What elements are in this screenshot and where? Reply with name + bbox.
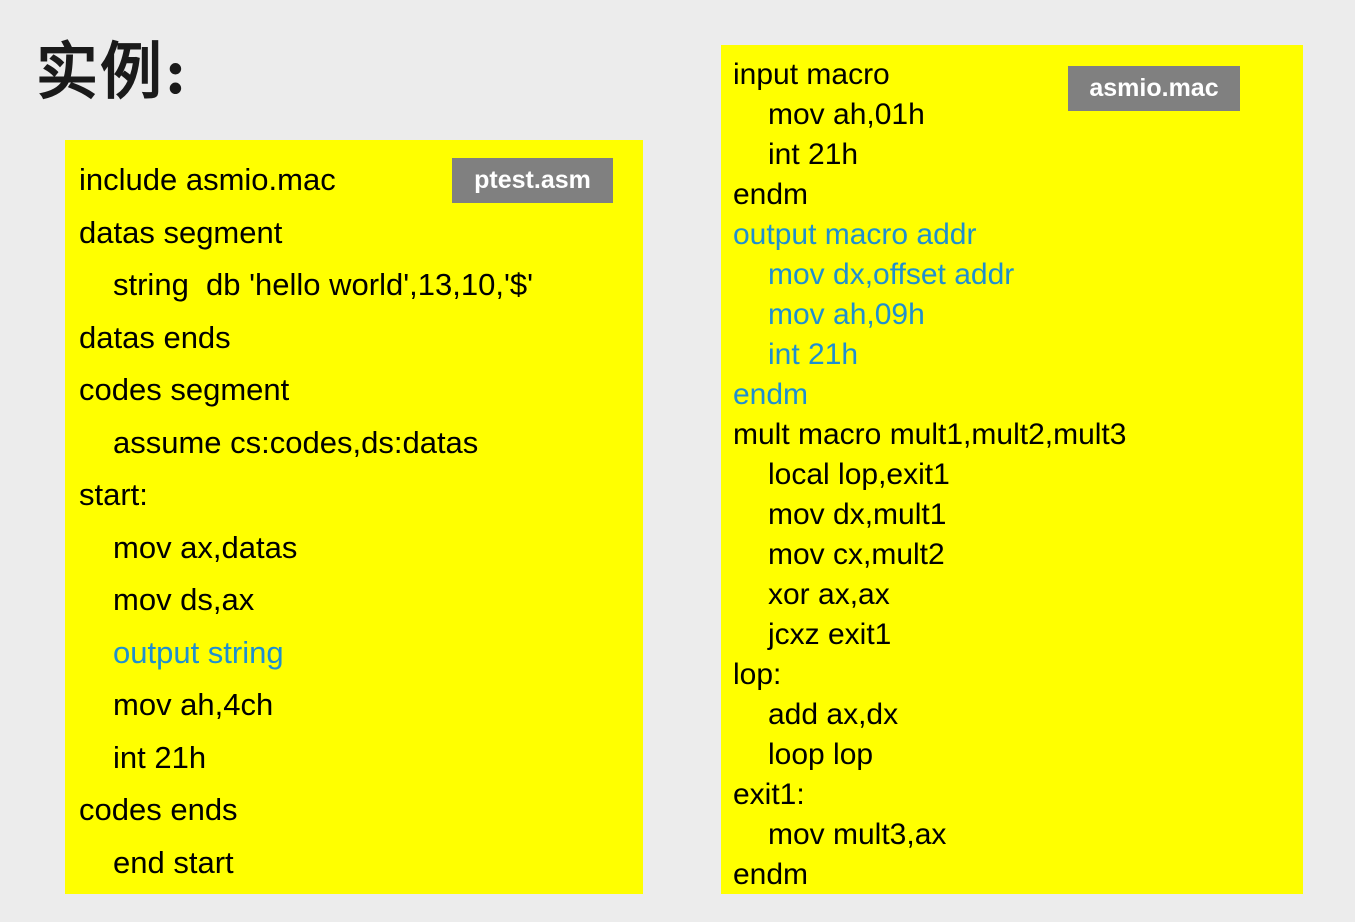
ptest-asm-code-line: string db 'hello world',13,10,'$': [113, 267, 534, 302]
ptest-asm-code-line: assume cs:codes,ds:datas: [113, 424, 479, 460]
page-title: 实例:: [36, 35, 189, 108]
asmio-mac-code-line: mov cx,mult2: [768, 538, 945, 571]
ptest-asm-code-line: datas ends: [79, 319, 231, 355]
asmio-mac-code-line: mov dx,mult1: [768, 498, 947, 531]
code-panel-ptest-asm: include asmio.mac datas segment string db …: [65, 140, 643, 894]
ptest-asm-code-line: datas segment: [79, 214, 283, 250]
asmio-mac-code-line: int 21h: [768, 338, 859, 371]
asmio-mac-code-line: output macro addr: [733, 218, 977, 251]
file-badge-ptest-asm: ptest.asm: [452, 158, 613, 203]
ptest-asm-code-line: int 21h: [113, 739, 207, 775]
asmio-mac-code-line: local lop,exit1: [768, 458, 950, 491]
ptest-asm-code-line: codes segment: [79, 372, 290, 407]
asmio-mac-code-line: endm: [733, 178, 809, 211]
ptest-asm-code-line: start:: [79, 477, 148, 512]
slide-canvas: 实例: include asmio.mac datas segment string…: [0, 0, 1355, 922]
asmio-mac-code-line: int 21h: [768, 138, 859, 171]
asmio-mac-code-line: mov dx,offset addr: [768, 258, 1015, 291]
code-panel-asmio-mac: input macro mov ah,01h int 21h endm output m…: [721, 45, 1303, 894]
asmio-mac-code-line: mult macro mult1,mult2,mult3: [733, 418, 1127, 451]
file-badge-asmio-mac: asmio.mac: [1068, 66, 1240, 111]
asmio-mac-code-line: lop:: [733, 658, 782, 691]
asmio-mac-code-line: mov mult3,ax: [768, 818, 947, 851]
ptest-asm-code-line: mov ax,datas: [113, 529, 298, 565]
asmio-mac-code-line: endm: [733, 858, 809, 891]
asmio-mac-code-line: xor ax,ax: [768, 578, 890, 611]
ptest-asm-code-line: codes ends: [79, 792, 238, 827]
asmio-mac-code-line: loop lop: [768, 738, 874, 771]
asmio-mac-code-line: mov ah,09h: [768, 298, 925, 331]
ptest-asm-code-line: mov ds,ax: [113, 582, 255, 617]
ptest-asm-code-line: output string: [113, 634, 284, 670]
asmio-mac-code-line: add ax,dx: [768, 698, 899, 731]
asmio-mac-code-line: jcxz exit1: [768, 618, 892, 651]
asmio-mac-code-line: endm: [733, 378, 809, 411]
ptest-asm-code-line: end start: [113, 844, 234, 880]
asmio-mac-code-line: exit1:: [733, 778, 805, 811]
ptest-asm-code-line: mov ah,4ch: [113, 687, 274, 722]
